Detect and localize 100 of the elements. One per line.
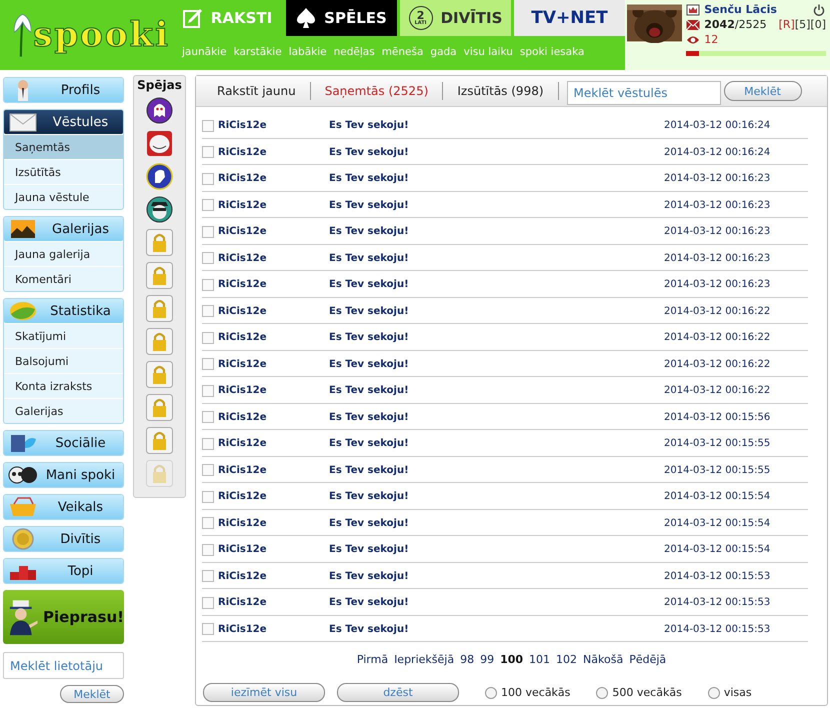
sender-link[interactable]: RiCis12e: [218, 385, 267, 396]
subject-link[interactable]: Es Tev sekoju!: [329, 412, 409, 423]
subject-link[interactable]: Es Tev sekoju!: [329, 438, 409, 450]
checkbox[interactable]: [202, 278, 214, 291]
username-link[interactable]: Senču Lācis: [704, 3, 808, 16]
page-link[interactable]: Pēdējā: [629, 653, 666, 673]
sender-link[interactable]: RiCis12e: [218, 226, 267, 238]
sender-link[interactable]: RiCis12e: [218, 412, 267, 423]
sender-link[interactable]: RiCis12e: [218, 438, 267, 450]
sender-link[interactable]: RiCis12e: [218, 491, 267, 502]
sidebar-button[interactable]: Divītis: [4, 527, 123, 551]
sender-link[interactable]: RiCis12e: [218, 358, 267, 370]
page-link[interactable]: Iepriekšējā: [394, 653, 454, 673]
subject-link[interactable]: Es Tev sekoju!: [329, 226, 409, 238]
sender-link[interactable]: RiCis12e: [218, 279, 267, 290]
page-link[interactable]: 100: [500, 653, 524, 673]
message-count[interactable]: 2042/2525: [704, 18, 767, 31]
lock-icon[interactable]: [146, 394, 173, 421]
lock-icon[interactable]: [146, 427, 173, 454]
sender-link[interactable]: RiCis12e: [218, 464, 267, 476]
checkbox[interactable]: [202, 226, 214, 238]
sender-link[interactable]: RiCis12e: [218, 624, 267, 635]
radio-button[interactable]: [708, 686, 720, 698]
sidebar-item[interactable]: Balsojumi: [4, 348, 123, 373]
sidebar-item[interactable]: Konta izraksts: [4, 373, 123, 398]
user-flag[interactable]: [5]: [794, 18, 810, 31]
sidebar-button[interactable]: Vēstules: [4, 110, 123, 134]
lock-icon[interactable]: [146, 328, 173, 355]
checkbox[interactable]: [202, 305, 214, 318]
subject-link[interactable]: Es Tev sekoju!: [329, 279, 409, 290]
promo-banner[interactable]: Pieprasu!: [3, 590, 124, 644]
subject-link[interactable]: Es Tev sekoju!: [329, 491, 409, 502]
sender-link[interactable]: RiCis12e: [218, 200, 267, 211]
checkbox[interactable]: [202, 570, 214, 582]
checkbox[interactable]: [202, 332, 214, 344]
checkbox[interactable]: [202, 172, 214, 185]
checkbox[interactable]: [202, 596, 214, 609]
checkbox[interactable]: [202, 464, 214, 476]
sender-link[interactable]: RiCis12e: [218, 597, 267, 608]
subject-link[interactable]: Es Tev sekoju!: [329, 518, 409, 529]
page-link[interactable]: 98: [460, 653, 474, 673]
checkbox[interactable]: [202, 544, 214, 556]
sidebar-button[interactable]: Sociālie: [4, 431, 123, 455]
spy-icon[interactable]: [146, 196, 173, 223]
checkbox[interactable]: [202, 199, 214, 212]
sender-link[interactable]: RiCis12e: [218, 306, 267, 317]
sender-link[interactable]: RiCis12e: [218, 518, 267, 529]
sidebar-button[interactable]: Veikals: [4, 495, 123, 519]
lock-icon[interactable]: [146, 229, 173, 256]
sidebar-item[interactable]: Komentāri: [4, 266, 123, 291]
search-button[interactable]: Meklēt: [60, 685, 124, 703]
page-link[interactable]: 102: [556, 653, 578, 673]
sidebar-button[interactable]: Profils: [4, 78, 123, 102]
sender-link[interactable]: RiCis12e: [218, 332, 267, 344]
subject-link[interactable]: Es Tev sekoju!: [329, 358, 409, 370]
ghost-icon[interactable]: [146, 97, 173, 124]
sidebar-item[interactable]: Skatījumi: [4, 323, 123, 348]
sender-link[interactable]: RiCis12e: [218, 146, 267, 158]
search-field[interactable]: Meklēt lietotāju: [3, 652, 124, 679]
radio-button[interactable]: [596, 686, 608, 698]
user-flag[interactable]: [0]: [810, 18, 826, 31]
sidebar-button[interactable]: Topi: [4, 559, 123, 583]
subject-link[interactable]: Es Tev sekoju!: [329, 200, 409, 211]
action-button[interactable]: dzēst: [337, 683, 459, 702]
power-icon[interactable]: [812, 4, 826, 16]
checkbox[interactable]: [202, 384, 214, 397]
face-icon[interactable]: [146, 130, 173, 157]
sidebar-item[interactable]: Saņemtās: [4, 134, 123, 159]
checkbox[interactable]: [202, 517, 214, 530]
lock-icon[interactable]: [146, 262, 173, 289]
subject-link[interactable]: Es Tev sekoju!: [329, 146, 409, 158]
subject-link[interactable]: Es Tev sekoju!: [329, 332, 409, 344]
mail-tab[interactable]: Izsūtītās (998): [443, 82, 559, 100]
action-button[interactable]: iezīmēt visu: [203, 683, 325, 702]
sidebar-button[interactable]: Statistika: [4, 299, 123, 323]
sender-link[interactable]: RiCis12e: [218, 173, 267, 184]
checkbox[interactable]: [202, 146, 214, 158]
subject-link[interactable]: Es Tev sekoju!: [329, 624, 409, 635]
subject-link[interactable]: Es Tev sekoju!: [329, 173, 409, 184]
subject-link[interactable]: Es Tev sekoju!: [329, 544, 409, 556]
subject-link[interactable]: Es Tev sekoju!: [329, 570, 409, 582]
nav-tab[interactable]: SPĒLES: [286, 0, 397, 36]
subject-link[interactable]: Es Tev sekoju!: [329, 252, 409, 264]
page-link[interactable]: Nākošā: [583, 653, 624, 673]
sender-link[interactable]: RiCis12e: [218, 252, 267, 264]
checkbox[interactable]: [202, 252, 214, 264]
sender-link[interactable]: RiCis12e: [218, 570, 267, 582]
subject-link[interactable]: Es Tev sekoju!: [329, 464, 409, 476]
page-link[interactable]: Pirmā: [356, 653, 388, 673]
sidebar-button[interactable]: Galerijas: [4, 217, 123, 241]
sidebar-item[interactable]: Izsūtītās: [4, 159, 123, 184]
subject-link[interactable]: Es Tev sekoju!: [329, 306, 409, 317]
sender-link[interactable]: RiCis12e: [218, 120, 267, 132]
checkbox[interactable]: [202, 411, 214, 424]
checkbox[interactable]: [202, 490, 214, 503]
lock-icon[interactable]: [146, 361, 173, 388]
sidebar-item[interactable]: Jauna galerija: [4, 241, 123, 266]
subject-link[interactable]: Es Tev sekoju!: [329, 120, 409, 132]
sidebar-button[interactable]: Mani spoki: [4, 463, 123, 487]
checkbox[interactable]: [202, 120, 214, 132]
